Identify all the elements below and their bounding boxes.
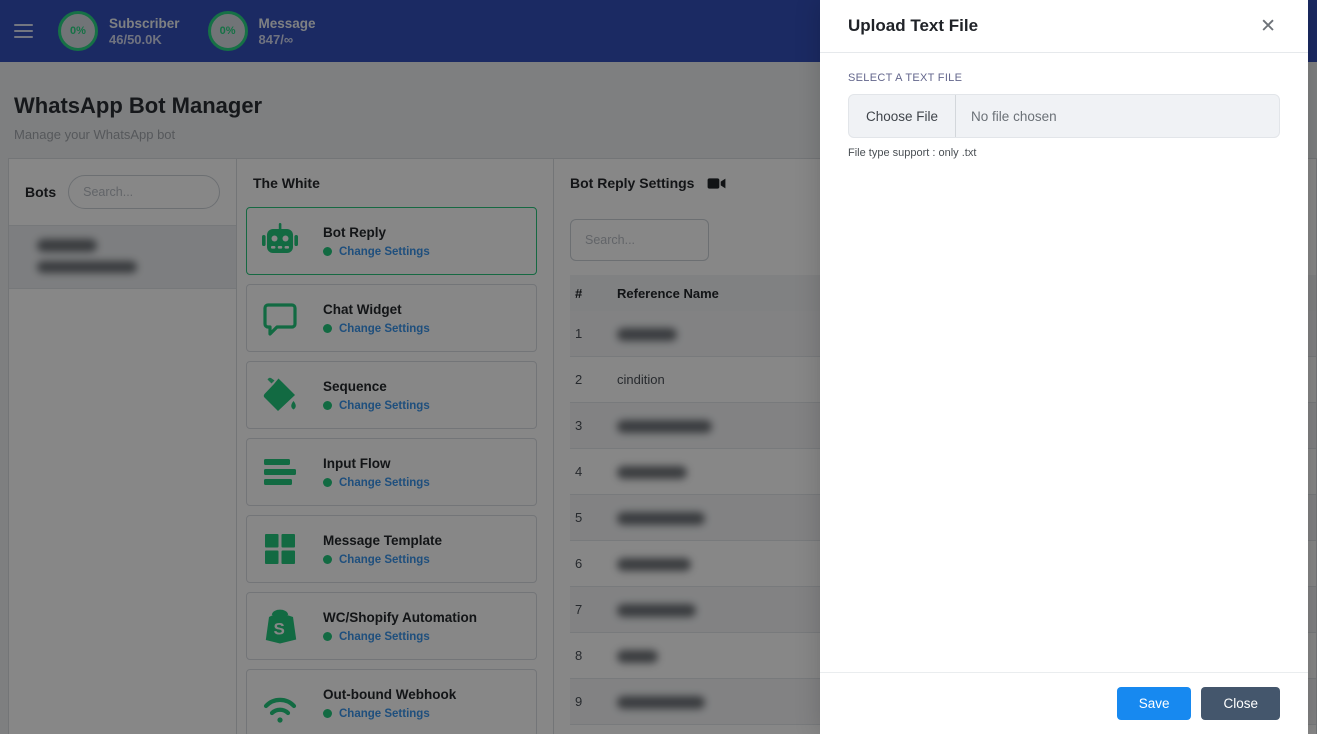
close-button[interactable]: Close — [1201, 687, 1280, 720]
modal-footer: Save Close — [820, 672, 1308, 734]
file-input[interactable]: Choose File No file chosen — [848, 94, 1280, 138]
save-button[interactable]: Save — [1116, 687, 1192, 720]
modal-title: Upload Text File — [848, 16, 979, 35]
file-field-label: SELECT A TEXT FILE — [848, 72, 963, 84]
modal-header: Upload Text File ✕ — [820, 0, 1308, 53]
close-icon[interactable]: ✕ — [1256, 15, 1280, 38]
file-chosen-status: No file chosen — [971, 108, 1057, 124]
modal-body: SELECT A TEXT FILE Choose File No file c… — [820, 53, 1308, 672]
upload-text-file-modal: Upload Text File ✕ SELECT A TEXT FILE Ch… — [820, 0, 1308, 734]
file-type-helper-text: File type support : only .txt — [848, 147, 977, 159]
choose-file-button[interactable]: Choose File — [849, 95, 957, 137]
